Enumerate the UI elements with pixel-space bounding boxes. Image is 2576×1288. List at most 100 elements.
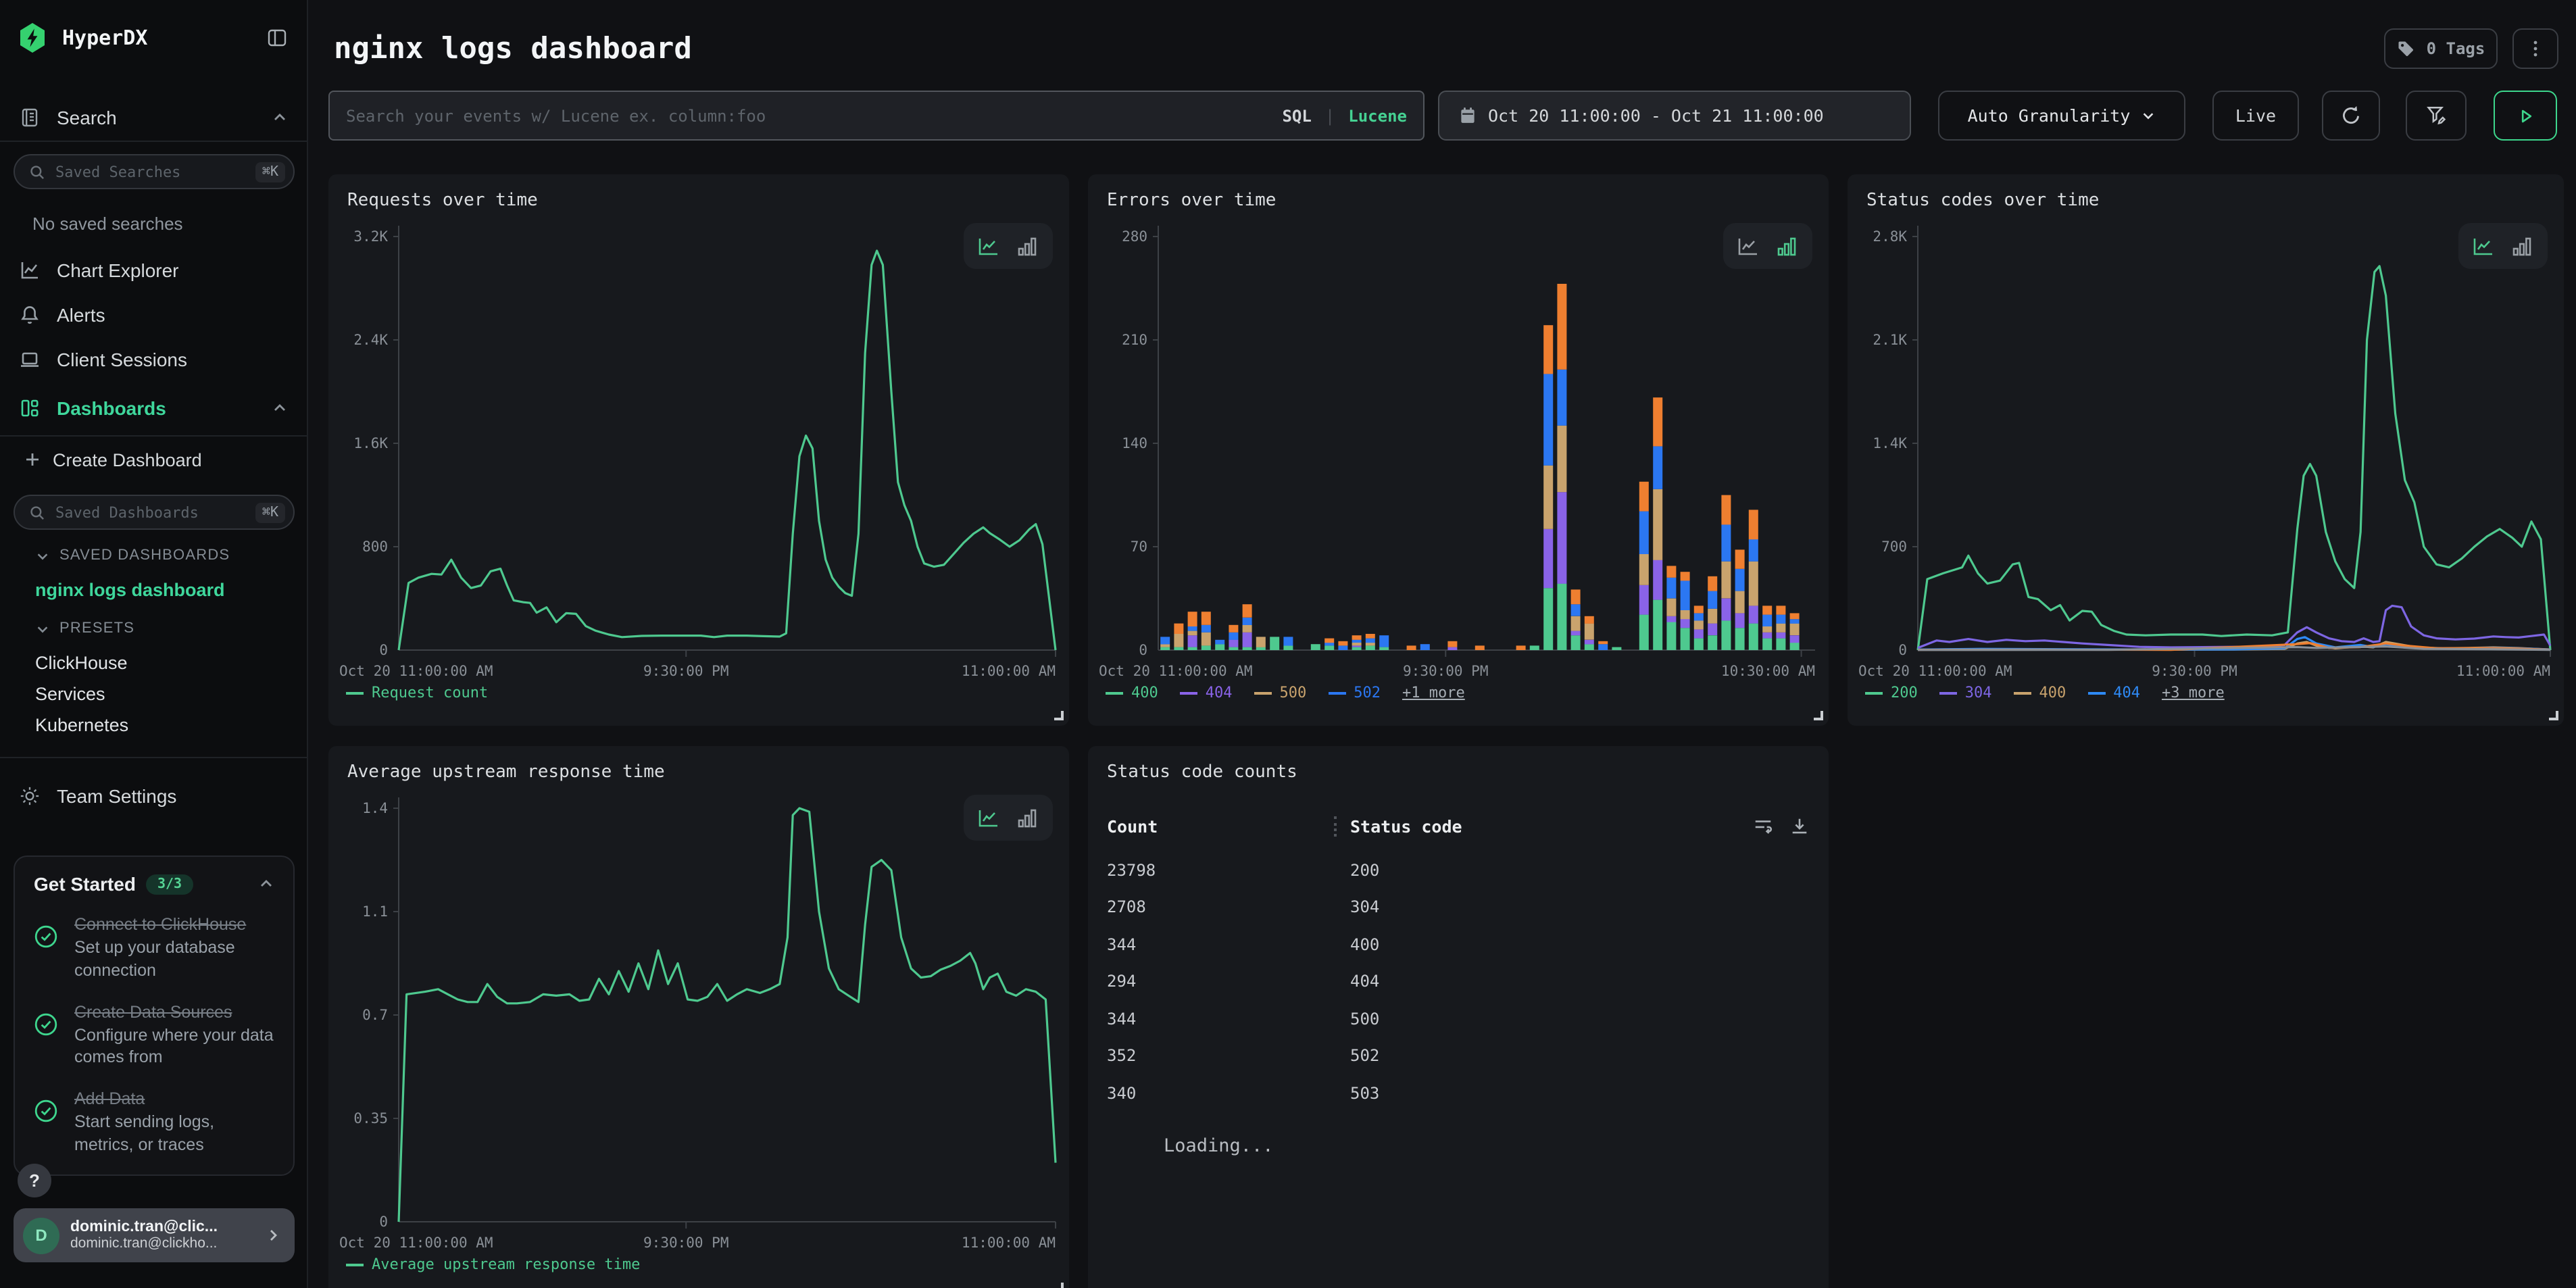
svg-text:Oct 20 11:00:00 AM: Oct 20 11:00:00 AM [1099, 663, 1253, 679]
svg-text:0: 0 [379, 1214, 388, 1230]
bar-chart-mini-icon[interactable] [2511, 236, 2534, 256]
legend-item[interactable]: 400 [1106, 684, 1158, 701]
tags-label: 0 Tags [2427, 39, 2485, 58]
saved-dashboards-input[interactable]: Saved Dashboards ⌘K [14, 495, 295, 530]
dashboard-link-services[interactable]: Services [35, 684, 105, 704]
chart-mode-toggle [964, 795, 1053, 841]
bar-chart-mini-icon[interactable] [1776, 236, 1799, 256]
page-title: nginx logs dashboard [334, 32, 692, 66]
table-row[interactable]: 294404 [1107, 963, 1810, 1000]
resize-handle-icon[interactable] [1054, 711, 1064, 720]
resize-handle-icon[interactable] [1814, 711, 1823, 720]
line-chart-mini-icon[interactable] [977, 236, 1000, 256]
column-header-count[interactable]: Count [1107, 816, 1334, 836]
date-range-picker[interactable]: Oct 20 11:00:00 - Oct 21 11:00:00 [1438, 91, 1911, 141]
group-header-presets[interactable]: PRESETS [35, 620, 134, 637]
table-row[interactable]: 340503 [1107, 1074, 1810, 1112]
table-row[interactable]: 352502 [1107, 1037, 1810, 1074]
status-codes-over-time-chart[interactable]: 07001.4K2.1K2.8KOct 20 11:00:00 AM9:30:0… [1848, 174, 2564, 726]
refresh-button[interactable] [2322, 91, 2380, 141]
event-search-input[interactable] [346, 106, 1268, 125]
bar-chart-mini-icon[interactable] [1016, 808, 1039, 828]
table-row[interactable]: 344400 [1107, 926, 1810, 963]
avg-upstream-response-time-chart[interactable]: 00.350.71.11.4Oct 20 11:00:00 AM9:30:00 … [328, 746, 1069, 1288]
dashboard-link-nginx-logs-dashboard[interactable]: nginx logs dashboard [35, 580, 225, 600]
filter-edit-button[interactable] [2406, 91, 2467, 141]
errors-over-time-chart[interactable]: 070140210280Oct 20 11:00:00 AM9:30:00 PM… [1088, 174, 1829, 726]
get-started-item[interactable]: Connect to ClickHouseSet up your databas… [34, 914, 274, 982]
legend-item[interactable]: 200 [1865, 684, 1918, 701]
sidebar-item-dashboards[interactable]: Dashboards [0, 385, 307, 431]
chevron-up-icon[interactable] [272, 400, 288, 416]
user-card[interactable]: D dominic.tran@clic... dominic.tran@clic… [14, 1208, 295, 1262]
chevron-up-icon[interactable] [272, 109, 288, 126]
dashboard-link-kubernetes[interactable]: Kubernetes [35, 715, 128, 735]
get-started-item-title: Connect to ClickHouse [74, 914, 274, 937]
legend-item[interactable]: Average upstream response time [346, 1256, 640, 1273]
sql-mode-toggle[interactable]: SQL [1282, 106, 1311, 125]
line-chart-mini-icon[interactable] [977, 808, 1000, 828]
resize-handle-icon[interactable] [1054, 1283, 1064, 1288]
avatar: D [23, 1217, 59, 1254]
saved-searches-input[interactable]: Saved Searches ⌘K [14, 154, 295, 189]
legend-item[interactable]: Request count [346, 684, 488, 701]
tag-icon [2397, 39, 2416, 58]
legend-more-link[interactable]: +3 more [2162, 684, 2225, 701]
chart-mode-toggle [964, 223, 1053, 269]
legend-item[interactable]: 400 [2014, 684, 2066, 701]
legend-item[interactable]: 304 [1939, 684, 1992, 701]
run-query-button[interactable] [2494, 91, 2557, 141]
get-started-item-title: Create Data Sources [74, 1001, 274, 1024]
get-started-header[interactable]: Get Started 3/3 [34, 873, 274, 895]
plus-icon [24, 451, 41, 468]
get-started-item[interactable]: Add DataStart sending logs, metrics, or … [34, 1089, 274, 1157]
help-button[interactable]: ? [18, 1164, 51, 1197]
table-row[interactable]: 2708304 [1107, 889, 1810, 926]
chevron-up-icon[interactable] [258, 876, 274, 892]
column-resize-handle[interactable] [1334, 816, 1337, 836]
table-rows: 2379820027083043444002944043445003525023… [1107, 851, 1810, 1112]
sidebar-item-chart-explorer[interactable]: Chart Explorer [0, 250, 307, 291]
svg-text:0: 0 [1139, 642, 1147, 658]
mode-divider: | [1325, 106, 1335, 125]
group-header-saved-dashboards[interactable]: SAVED DASHBOARDS [35, 547, 230, 564]
get-started-title: Get Started [34, 873, 136, 895]
table-row[interactable]: 23798200 [1107, 851, 1810, 889]
bar-chart-mini-icon[interactable] [1016, 236, 1039, 256]
more-options-button[interactable] [2512, 28, 2558, 69]
chart-mode-toggle [1723, 223, 1812, 269]
legend-item[interactable]: 502 [1328, 684, 1381, 701]
cell-count: 344 [1107, 1010, 1350, 1029]
dashboard-link-clickhouse[interactable]: ClickHouse [35, 653, 128, 673]
get-started-item[interactable]: Create Data SourcesConfigure where your … [34, 1001, 274, 1069]
sidebar-item-label: Client Sessions [57, 349, 187, 370]
resize-handle-icon[interactable] [2549, 711, 2558, 720]
legend-more-link[interactable]: +1 more [1402, 684, 1465, 701]
legend-item[interactable]: 404 [2087, 684, 2140, 701]
table-header: Count Status code [1107, 808, 1810, 843]
panel-status-codes-over-time: 07001.4K2.1K2.8KOct 20 11:00:00 AM9:30:0… [1848, 174, 2564, 726]
line-chart-mini-icon[interactable] [2472, 236, 2495, 256]
line-chart-mini-icon[interactable] [1737, 236, 1760, 256]
wrap-columns-icon[interactable] [1753, 816, 1773, 836]
legend-item[interactable]: 500 [1254, 684, 1307, 701]
divider [0, 435, 307, 437]
sidebar-item-alerts[interactable]: Alerts [0, 295, 307, 335]
download-csv-icon[interactable] [1789, 816, 1810, 836]
sidebar-item-team-settings[interactable]: Team Settings [0, 776, 307, 816]
sidebar-item-client-sessions[interactable]: Client Sessions [0, 339, 307, 380]
sidebar-collapse-icon[interactable] [266, 27, 288, 49]
svg-text:9:30:00 PM: 9:30:00 PM [2152, 663, 2237, 679]
granularity-select[interactable]: Auto Granularity [1938, 91, 2185, 141]
requests-over-time-chart[interactable]: 08001.6K2.4K3.2KOct 20 11:00:00 AM9:30:0… [328, 174, 1069, 726]
legend-item[interactable]: 404 [1180, 684, 1233, 701]
tags-button[interactable]: 0 Tags [2384, 28, 2498, 69]
sidebar-item-search[interactable]: Search [0, 95, 307, 141]
live-button[interactable]: Live [2212, 91, 2299, 141]
table-row[interactable]: 344500 [1107, 1000, 1810, 1037]
column-header-status-code[interactable]: Status code [1350, 816, 1462, 836]
create-dashboard-button[interactable]: Create Dashboard [0, 442, 307, 477]
cell-count: 340 [1107, 1084, 1350, 1103]
lucene-mode-toggle[interactable]: Lucene [1348, 106, 1407, 125]
dashboard-grid-icon [19, 397, 41, 419]
